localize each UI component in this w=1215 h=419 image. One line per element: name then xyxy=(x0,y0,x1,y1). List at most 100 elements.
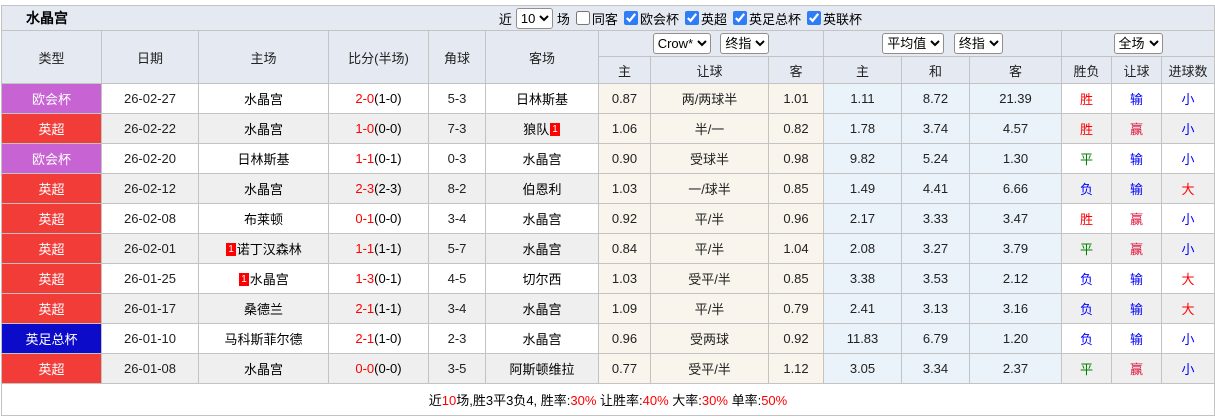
team-link[interactable]: 阿斯顿维拉 xyxy=(509,362,574,377)
subcol-handicap-result: 让球 xyxy=(1111,56,1162,84)
odds-source-select[interactable]: Crow* xyxy=(652,33,711,54)
crown-handicap: 受平/半 xyxy=(650,263,769,294)
avg-final-select[interactable]: 终指 xyxy=(953,33,1003,54)
result-outcome: 胜 xyxy=(1061,113,1112,144)
team-link[interactable]: 桑德兰 xyxy=(244,302,283,317)
filter-checkbox[interactable] xyxy=(732,11,747,25)
halftime-score: (1-1) xyxy=(374,301,402,316)
avg-home-odds: 2.17 xyxy=(823,203,902,234)
corners-cell: 8-2 xyxy=(428,173,486,204)
fulltime-score: 0-0 xyxy=(355,361,375,376)
team-link[interactable]: 水晶宫 xyxy=(244,182,283,197)
crown-handicap: 受平/半 xyxy=(650,353,769,384)
avg-home-odds: 9.82 xyxy=(823,143,902,174)
team-link[interactable]: 水晶宫 xyxy=(250,272,289,287)
team-link[interactable]: 水晶宫 xyxy=(244,92,283,107)
avg-away-odds: 4.57 xyxy=(969,113,1062,144)
match-date: 26-02-22 xyxy=(101,113,199,144)
summary-text: 近 xyxy=(428,393,442,408)
filter-bar: 近 10 场 同客 欧会杯 英超 英足总杯 英联杯 xyxy=(499,7,862,29)
result-handicap: 赢 xyxy=(1111,113,1162,144)
result-goals: 小 xyxy=(1161,203,1215,234)
score-cell: 1-1(0-1) xyxy=(328,143,429,174)
crown-handicap: 受两球 xyxy=(650,323,769,354)
team-link[interactable]: 水晶宫 xyxy=(522,332,561,347)
col-header-away: 客场 xyxy=(485,30,599,84)
league-badge: 英足总杯 xyxy=(1,323,102,354)
team-link[interactable]: 水晶宫 xyxy=(522,242,561,257)
league-filter-group: 同客 欧会杯 英超 英足总杯 英联杯 xyxy=(570,9,862,28)
avg-draw-odds: 4.41 xyxy=(901,173,970,204)
fulltime-score: 1-1 xyxy=(355,241,375,256)
col-header-home: 主场 xyxy=(198,30,329,84)
crown-away-odds: 1.01 xyxy=(768,83,824,114)
team-link[interactable]: 水晶宫 xyxy=(244,122,283,137)
subcol-avg-draw: 和 xyxy=(901,56,970,84)
team-link[interactable]: 水晶宫 xyxy=(244,362,283,377)
league-badge: 英超 xyxy=(1,263,102,294)
table-row: 英超 26-01-17 桑德兰 2-1(1-1) 3-4 水晶宫 1.09 平/半 0.79 2.… xyxy=(1,293,1215,324)
avg-away-odds: 6.66 xyxy=(969,173,1062,204)
team-link[interactable]: 水晶宫 xyxy=(522,302,561,317)
away-team-cell: 日林斯基 xyxy=(485,83,599,114)
filter-checkbox[interactable] xyxy=(623,11,638,25)
table-row: 英超 26-02-12 水晶宫 2-3(2-3) 8-2 伯恩利 1.03 一/球半 0.85 1… xyxy=(1,173,1215,204)
team-link[interactable]: 日林斯基 xyxy=(237,152,289,167)
odds-final-select[interactable]: 终指 xyxy=(720,33,770,54)
filter-checkbox[interactable] xyxy=(684,11,699,25)
team-link[interactable]: 诺丁汉森林 xyxy=(237,242,302,257)
table-row: 英超 26-01-25 1 水晶宫 1-3(0-1) 4-5 切尔西 1.03 受平/半 0.85… xyxy=(1,263,1215,294)
league-badge: 英超 xyxy=(1,203,102,234)
home-team-cell: 水晶宫 xyxy=(198,83,329,114)
team-link[interactable]: 日林斯基 xyxy=(516,92,568,107)
avg-away-odds: 3.16 xyxy=(969,293,1062,324)
team-link[interactable]: 伯恩利 xyxy=(522,182,561,197)
team-link[interactable]: 水晶宫 xyxy=(522,212,561,227)
avg-home-odds: 2.41 xyxy=(823,293,902,324)
subcol-goals: 进球数 xyxy=(1161,56,1215,84)
crown-home-odds: 0.92 xyxy=(598,203,651,234)
score-cell: 2-1(1-0) xyxy=(328,323,429,354)
result-outcome: 负 xyxy=(1061,263,1112,294)
table-row: 英超 26-02-08 布莱顿 0-1(0-0) 3-4 水晶宫 0.92 平/半 0.96 2.… xyxy=(1,203,1215,234)
fulltime-score: 1-3 xyxy=(355,271,375,286)
scope-select[interactable]: 全场 xyxy=(1113,33,1163,54)
summary-text: 让胜率: xyxy=(596,393,643,408)
result-outcome: 胜 xyxy=(1061,203,1112,234)
corners-cell: 4-5 xyxy=(428,263,486,294)
avg-mode-select[interactable]: 平均值 xyxy=(882,33,945,54)
team-link[interactable]: 布莱顿 xyxy=(244,212,283,227)
team-link[interactable]: 水晶宫 xyxy=(522,152,561,167)
halftime-score: (0-1) xyxy=(374,271,402,286)
filter-checkbox[interactable] xyxy=(575,11,590,25)
subcol-outcome: 胜负 xyxy=(1061,56,1112,84)
summary-value: 30% xyxy=(701,393,728,408)
filter-checkbox-label: 欧会杯 xyxy=(639,11,679,27)
league-badge: 英超 xyxy=(1,173,102,204)
avg-home-odds: 2.08 xyxy=(823,233,902,264)
corners-cell: 7-3 xyxy=(428,113,486,144)
team-link[interactable]: 马科斯菲尔德 xyxy=(224,332,302,347)
crown-away-odds: 0.98 xyxy=(768,143,824,174)
halftime-score: (0-0) xyxy=(374,211,402,226)
filter-英足总杯: 英足总杯 xyxy=(727,9,801,28)
avg-home-odds: 3.05 xyxy=(823,353,902,384)
filter-checkbox[interactable] xyxy=(806,11,821,25)
team-link[interactable]: 切尔西 xyxy=(522,272,561,287)
recent-count-select[interactable]: 10 xyxy=(515,7,553,29)
result-goals: 小 xyxy=(1161,83,1215,114)
summary-text: 单率: xyxy=(727,393,762,408)
result-goals: 小 xyxy=(1161,233,1215,264)
away-team-cell: 水晶宫 xyxy=(485,323,599,354)
table-row: 欧会杯 26-02-20 日林斯基 1-1(0-1) 0-3 水晶宫 0.90 受球半 0.98… xyxy=(1,143,1215,174)
match-date: 26-02-12 xyxy=(101,173,199,204)
crown-handicap: 平/半 xyxy=(650,203,769,234)
result-goals: 大 xyxy=(1161,293,1215,324)
score-cell: 1-3(0-1) xyxy=(328,263,429,294)
result-goals: 小 xyxy=(1161,113,1215,144)
league-badge: 欧会杯 xyxy=(1,83,102,114)
result-handicap: 输 xyxy=(1111,293,1162,324)
summary-value: 10 xyxy=(441,393,457,408)
team-link[interactable]: 狼队 xyxy=(523,122,549,137)
match-date: 26-01-17 xyxy=(101,293,199,324)
